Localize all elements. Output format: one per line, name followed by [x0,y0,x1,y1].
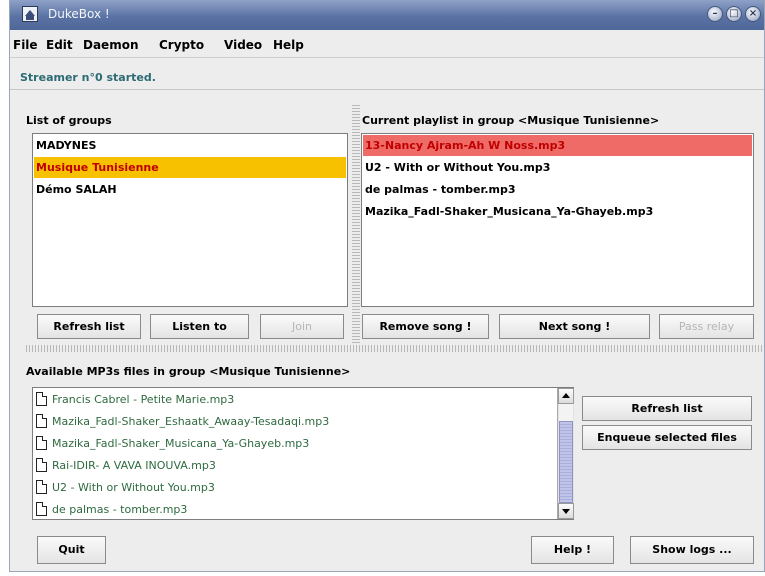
scroll-down-button[interactable] [558,503,574,519]
playlist-item[interactable]: U2 - With or Without You.mp3 [363,157,752,178]
file-name: Rai-IDIR- A VAVA INOUVA.mp3 [52,459,216,472]
file-name: Mazika_Fadl-Shaker_Eshaatk_Awaay-Tesadaq… [52,415,330,428]
file-name: Francis Cabrel - Petite Marie.mp3 [52,393,235,406]
file-name: U2 - With or Without You.mp3 [52,481,215,494]
files-label: Available MP3s files in group <Musique T… [26,365,351,378]
minimize-button[interactable]: – [707,6,723,22]
title-bar[interactable]: DukeBox ! – □ × [10,0,764,30]
menu-crypto[interactable]: Crypto [159,38,204,52]
menu-edit[interactable]: Edit [46,38,73,52]
scroll-track[interactable] [559,404,573,421]
close-button[interactable]: × [745,6,761,22]
playlist-item-playing[interactable]: 13-Nancy Ajram-Ah W Noss.mp3 [363,135,752,156]
playlist-item[interactable]: Mazika_Fadl-Shaker_Musicana_Ya-Ghayeb.mp… [363,201,752,222]
divider [10,89,764,90]
groups-label: List of groups [26,114,112,127]
remove-song-button[interactable]: Remove song ! [362,314,489,339]
file-name: Mazika_Fadl-Shaker_Musicana_Ya-Ghayeb.mp… [52,437,310,450]
playlist-list[interactable]: 13-Nancy Ajram-Ah W Noss.mp3 U2 - With o… [361,133,754,307]
enqueue-files-button[interactable]: Enqueue selected files [582,425,752,450]
file-item[interactable]: Rai-IDIR- A VAVA INOUVA.mp3 [36,455,216,477]
close-icon: × [748,8,758,19]
menu-help[interactable]: Help [273,38,304,52]
files-list[interactable]: Francis Cabrel - Petite Marie.mp3 Mazika… [32,387,574,520]
file-icon [36,392,47,406]
group-item[interactable]: Démo SALAH [34,179,346,200]
status-message: Streamer n°0 started. [20,71,156,84]
down-arrow-icon [562,509,570,514]
refresh-files-button[interactable]: Refresh list [582,396,752,421]
file-icon [36,414,47,428]
groups-list[interactable]: MADYNES Musique Tunisienne Démo SALAH [32,133,348,307]
file-icon [36,458,47,472]
horizontal-split-handle[interactable] [24,345,764,352]
dukebox-window: DukeBox ! – □ × File Edit Daemon Crypto … [9,0,765,572]
up-arrow-icon [562,393,570,398]
file-icon [36,502,47,516]
pass-relay-button[interactable]: Pass relay [659,314,754,339]
file-icon [36,436,47,450]
refresh-groups-button[interactable]: Refresh list [37,314,141,339]
file-item[interactable]: Mazika_Fadl-Shaker_Musicana_Ya-Ghayeb.mp… [36,433,309,455]
scroll-thumb[interactable] [559,421,573,503]
menu-video[interactable]: Video [224,38,262,52]
file-item[interactable]: Mazika_Fadl-Shaker_Eshaatk_Awaay-Tesadaq… [36,411,329,433]
help-button[interactable]: Help ! [531,536,614,564]
listen-to-button[interactable]: Listen to [150,314,249,339]
playlist-label: Current playlist in group <Musique Tunis… [362,114,660,127]
quit-button[interactable]: Quit [37,536,106,564]
maximize-button[interactable]: □ [726,6,742,22]
window-title: DukeBox ! [48,7,110,21]
file-item[interactable]: Francis Cabrel - Petite Marie.mp3 [36,389,234,411]
menu-file[interactable]: File [13,38,38,52]
group-item[interactable]: MADYNES [34,135,346,156]
maximize-icon: □ [729,8,739,19]
file-item[interactable]: U2 - With or Without You.mp3 [36,477,215,499]
file-item[interactable]: de palmas - tomber.mp3 [36,499,188,519]
join-button[interactable]: Join [260,314,344,339]
minimize-icon: – [712,8,718,19]
file-name: de palmas - tomber.mp3 [52,503,188,516]
show-logs-button[interactable]: Show logs ... [630,536,754,564]
vertical-split-handle[interactable] [352,103,360,343]
menu-bar: File Edit Daemon Crypto Video Help [10,30,764,58]
app-icon [22,6,38,22]
next-song-button[interactable]: Next song ! [499,314,650,339]
scroll-up-button[interactable] [558,388,574,404]
files-scrollbar[interactable] [557,388,574,519]
playlist-item[interactable]: de palmas - tomber.mp3 [363,179,752,200]
group-item-selected[interactable]: Musique Tunisienne [34,157,346,178]
menu-daemon[interactable]: Daemon [83,38,139,52]
file-icon [36,480,47,494]
